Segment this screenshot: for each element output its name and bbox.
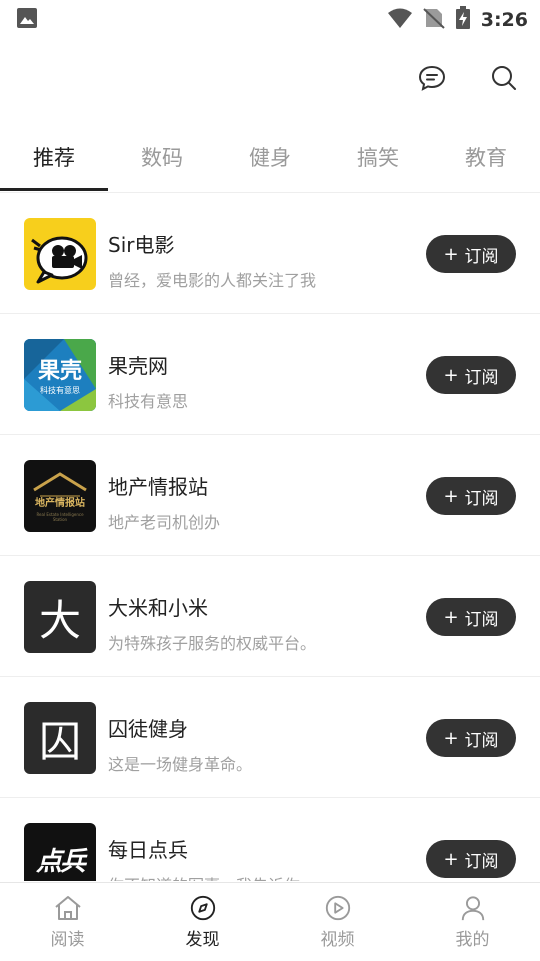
list-item[interactable]: 果壳 科技有意思 果壳网 科技有意思 + 订阅 (0, 314, 540, 435)
search-icon (492, 66, 516, 90)
list-item[interactable]: 大 大米和小米 为特殊孩子服务的权威平台。 + 订阅 (0, 556, 540, 677)
channel-name: 每日点兵 (108, 838, 188, 862)
subscribe-label: 订阅 (464, 367, 499, 388)
plus-icon: + (443, 727, 459, 749)
subscribe-button[interactable]: + 订阅 (426, 719, 516, 757)
channel-name: 地产情报站 (108, 475, 208, 499)
channel-name: 大米和小米 (108, 596, 208, 620)
list-item[interactable]: 点兵 每日点兵 你不知道的军事，我告诉你 + 订阅 (0, 798, 540, 881)
channel-desc: 你不知道的军事，我告诉你 (108, 872, 300, 881)
channel-desc: 地产老司机创办 (108, 513, 221, 532)
prisoner-fitness-logo: 囚 (24, 702, 96, 774)
estate-logo-text: 地产情报站 (35, 498, 85, 509)
tab-education[interactable]: 教育 (432, 124, 540, 190)
nav-label: 发现 (185, 930, 220, 950)
sir-movie-logo (24, 218, 96, 290)
channel-desc: 为特殊孩子服务的权威平台。 (108, 634, 317, 653)
tab-recommend[interactable]: 推荐 (0, 124, 108, 190)
subscribe-label: 订阅 (464, 730, 499, 751)
tab-funny[interactable]: 搞笑 (324, 124, 432, 190)
list-item[interactable]: Sir电影 曾经，爱电影的人都关注了我 + 订阅 (0, 193, 540, 314)
nav-me[interactable]: 我的 (405, 883, 540, 961)
guoke-logo: 果壳 科技有意思 (24, 339, 96, 411)
guoke-logo-text: 果壳 (37, 359, 82, 384)
subscribe-label: 订阅 (464, 851, 499, 872)
plus-icon: + (443, 243, 459, 265)
channel-desc: 这是一场健身革命。 (108, 755, 253, 774)
nav-label: 视频 (320, 930, 355, 950)
list-item[interactable]: 囚 囚徒健身 这是一场健身革命。 + 订阅 (0, 677, 540, 798)
subscribe-button[interactable]: + 订阅 (426, 356, 516, 394)
list-item[interactable]: 地产情报站 Real Estate Intelligence Station 地… (0, 435, 540, 556)
dami-xiaomi-logo: 大 (24, 581, 96, 653)
channel-name: 果壳网 (108, 354, 168, 378)
plus-icon: + (443, 364, 459, 386)
subscribe-button[interactable]: + 订阅 (426, 235, 516, 273)
plus-icon: + (443, 606, 459, 628)
chat-bubble-icon (418, 65, 446, 91)
search-button[interactable] (484, 58, 524, 98)
guoke-logo-subtext: 科技有意思 (40, 386, 80, 395)
military-logo-text: 点兵 (35, 846, 86, 877)
nav-label: 阅读 (50, 930, 85, 950)
channel-desc: 曾经，爱电影的人都关注了我 (108, 271, 317, 290)
channel-name: 囚徒健身 (108, 717, 188, 741)
daily-military-logo: 点兵 (24, 823, 96, 881)
tab-digital[interactable]: 数码 (108, 124, 216, 190)
user-icon (461, 896, 484, 921)
plus-icon: + (443, 848, 459, 870)
play-icon (325, 895, 350, 921)
subscribe-label: 订阅 (464, 609, 499, 630)
home-icon (54, 896, 81, 920)
channel-name: Sir电影 (108, 233, 175, 257)
message-button[interactable] (412, 58, 452, 98)
bottom-nav: 阅读 发现 视频 我的 (0, 882, 540, 961)
nav-read[interactable]: 阅读 (0, 883, 135, 961)
subscribe-button[interactable]: + 订阅 (426, 477, 516, 515)
compass-icon (190, 895, 215, 921)
subscribe-label: 订阅 (464, 246, 499, 267)
no-sim-icon (423, 7, 455, 33)
subscribe-button[interactable]: + 订阅 (426, 840, 516, 878)
subscribe-button[interactable]: + 订阅 (426, 598, 516, 636)
estate-station-logo: 地产情报站 Real Estate Intelligence Station (24, 460, 96, 532)
estate-logo-subtext: Real Estate Intelligence Station (36, 512, 84, 522)
channel-list: Sir电影 曾经，爱电影的人都关注了我 + 订阅 果壳 科技有意思 果壳网 科技… (0, 193, 540, 881)
image-notification-icon (16, 7, 38, 33)
status-bar: 3:26 (0, 0, 540, 36)
tab-fitness[interactable]: 健身 (216, 124, 324, 190)
tab-active-indicator (0, 188, 108, 191)
nav-video[interactable]: 视频 (270, 883, 405, 961)
category-tabs: 推荐 数码 健身 搞笑 教育 (0, 124, 540, 193)
plus-icon: + (443, 485, 459, 507)
status-time: 3:26 (480, 9, 528, 31)
subscribe-label: 订阅 (464, 488, 499, 509)
nav-discover[interactable]: 发现 (135, 883, 270, 961)
battery-icon (455, 6, 481, 34)
header-actions (0, 58, 540, 98)
wifi-icon (387, 7, 423, 33)
channel-desc: 科技有意思 (108, 392, 189, 411)
nav-label: 我的 (455, 930, 490, 950)
